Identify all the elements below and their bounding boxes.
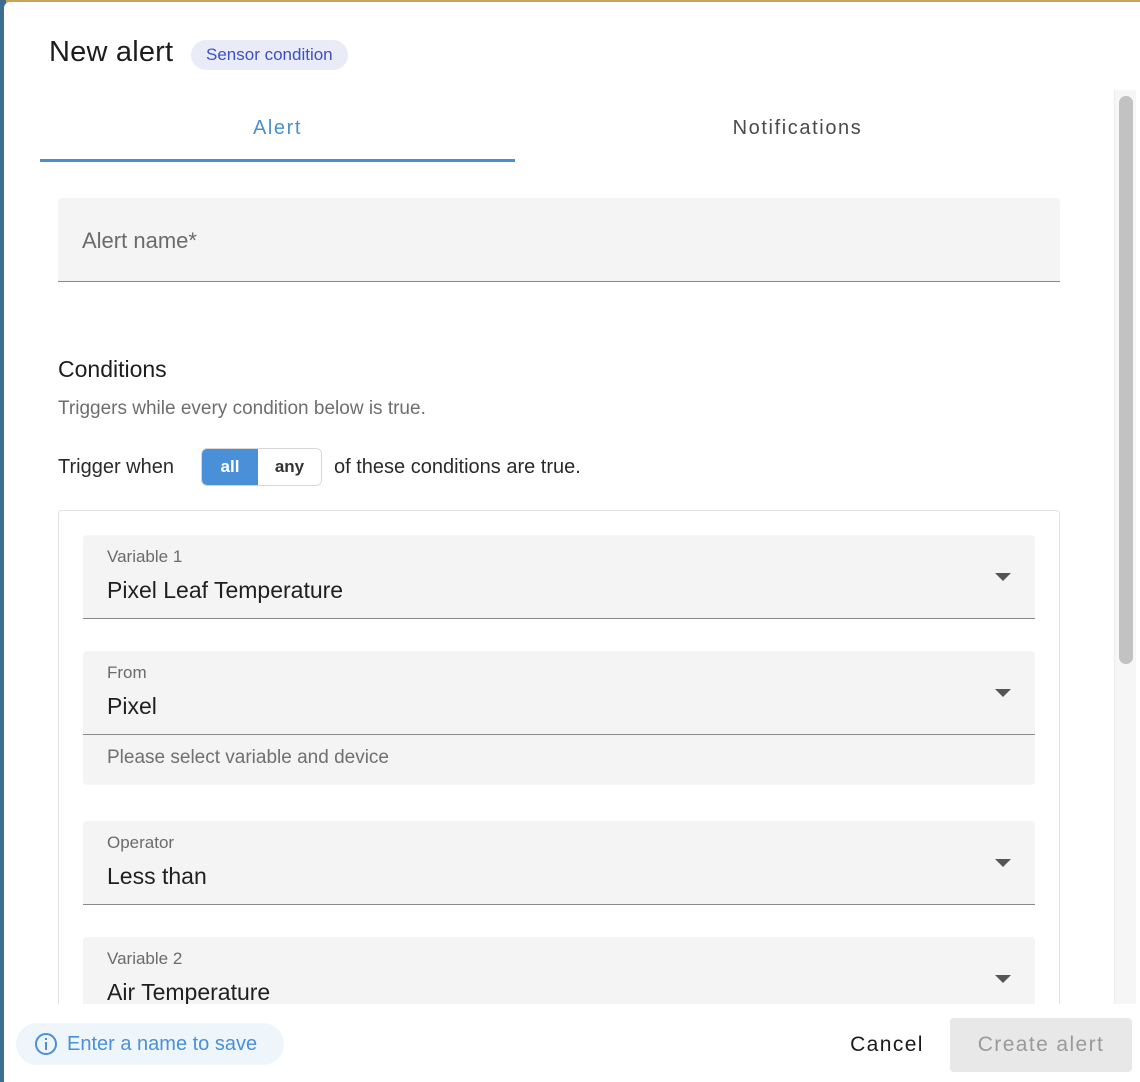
sensor-condition-badge: Sensor condition [191, 40, 348, 70]
save-hint: Enter a name to save [16, 1023, 284, 1065]
from-select[interactable]: From Pixel [83, 651, 1035, 735]
toggle-all-button[interactable]: all [202, 449, 258, 485]
from-helper-text: Please select variable and device [107, 747, 390, 768]
alert-name-label: Alert name* [82, 228, 197, 253]
from-label: From [107, 663, 147, 682]
tab-bar: Alert Notifications [40, 98, 1060, 162]
from-helper: Please select variable and device [83, 735, 1035, 785]
caret-down-icon [995, 689, 1011, 697]
tab-notifications[interactable]: Notifications [560, 98, 1035, 162]
trigger-suffix: of these conditions are true. [334, 456, 581, 478]
dialog-title: New alert [49, 36, 174, 68]
caret-down-icon [995, 573, 1011, 581]
create-alert-button[interactable]: Create alert [950, 1018, 1132, 1072]
conditions-description: Triggers while every condition below is … [58, 398, 426, 419]
toggle-any-button[interactable]: any [258, 449, 321, 485]
tab-alert[interactable]: Alert [40, 98, 515, 162]
from-value: Pixel [107, 693, 157, 719]
variable2-value: Air Temperature [107, 979, 271, 1004]
trigger-row: Trigger when all any of these conditions… [58, 448, 758, 486]
variable1-label: Variable 1 [107, 547, 183, 566]
dialog-footer: Enter a name to save Cancel Create alert [4, 1004, 1140, 1082]
new-alert-dialog: New alert Sensor condition Alert Notific… [4, 2, 1140, 1082]
variable2-select[interactable]: Variable 2 Air Temperature [83, 937, 1035, 1004]
all-any-toggle: all any [201, 448, 322, 486]
caret-down-icon [995, 859, 1011, 867]
variable1-select[interactable]: Variable 1 Pixel Leaf Temperature [83, 535, 1035, 619]
operator-label: Operator [107, 833, 175, 852]
alert-name-field[interactable]: Alert name* [58, 198, 1060, 282]
caret-down-icon [995, 975, 1011, 983]
scrollbar-thumb[interactable] [1119, 96, 1133, 664]
operator-select[interactable]: Operator Less than [83, 821, 1035, 905]
trigger-prefix: Trigger when [58, 456, 174, 478]
variable1-value: Pixel Leaf Temperature [107, 577, 344, 603]
operator-value: Less than [107, 863, 207, 889]
conditions-card: Variable 1 Pixel Leaf Temperature From P… [58, 510, 1060, 1004]
dialog-content: Alert name* Conditions Triggers while ev… [4, 162, 1140, 1004]
variable2-label: Variable 2 [107, 949, 183, 968]
cancel-button[interactable]: Cancel [842, 1028, 932, 1062]
conditions-heading: Conditions [58, 356, 167, 382]
save-hint-text: Enter a name to save [67, 1033, 258, 1055]
info-icon [35, 1033, 57, 1055]
